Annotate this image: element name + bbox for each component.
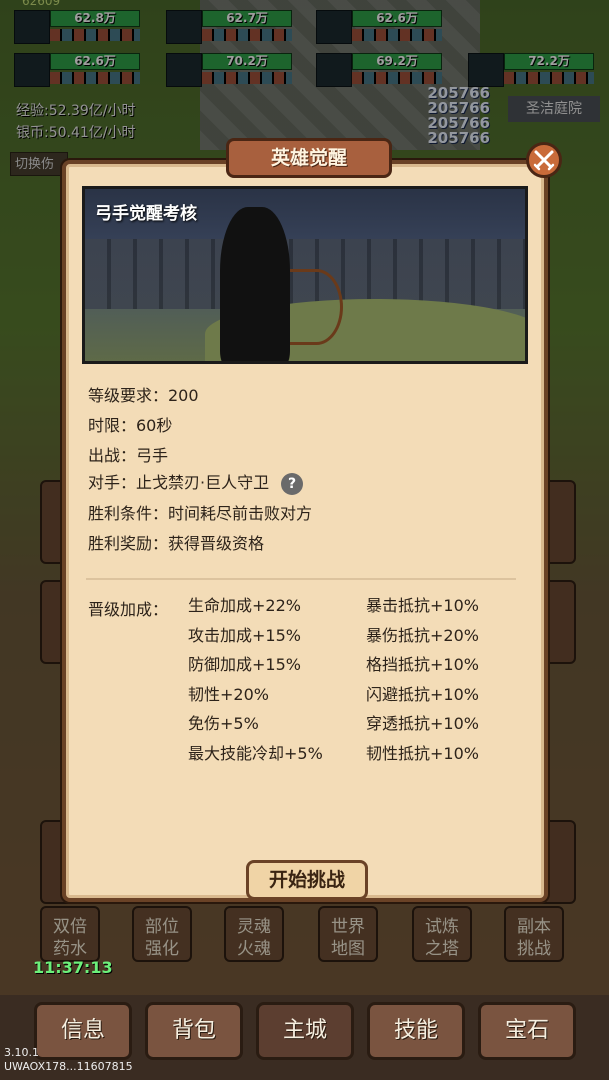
nav-skills-button[interactable]: 技能 <box>367 1002 465 1060</box>
start-challenge-button[interactable]: 开始挑战 <box>246 860 368 900</box>
bonus-item: 格挡抵抗+10% <box>366 655 479 674</box>
bonus-list-right: 暴击抵抗+10% 暴伤抵抗+20% 格挡抵抗+10% 闪避抵抗+10% 穿透抵抗… <box>366 596 479 773</box>
nav-info-button[interactable]: 信息 <box>34 1002 132 1060</box>
bonus-item: 防御加成+15% <box>188 655 301 674</box>
bonus-item: 穿透抵抗+10% <box>366 714 479 733</box>
win-reward: 胜利奖励：获得晋级资格 <box>88 534 265 553</box>
bonus-item: 免伤+5% <box>188 714 259 733</box>
bonus-title: 晋级加成： <box>88 600 169 619</box>
bonus-item: 韧性抵抗+10% <box>366 743 479 763</box>
bonus-item: 韧性+20% <box>188 684 269 704</box>
bonus-item: 闪避抵抗+10% <box>366 684 479 704</box>
win-condition: 胜利条件：时间耗尽前击败对方 <box>88 504 313 523</box>
bow-icon <box>290 269 343 345</box>
user-id-label: UWAOX178...11607815 <box>4 1060 133 1073</box>
version-label: 3.10.1 <box>4 1046 39 1059</box>
nav-gems-button[interactable]: 宝石 <box>478 1002 576 1060</box>
opponent-text: 对手：止戈禁刃·巨人守卫 <box>88 473 270 492</box>
modal-title: 英雄觉醒 <box>226 138 392 178</box>
bonus-list-left: 生命加成+22% 攻击加成+15% 防御加成+15% 韧性+20% 免伤+5% … <box>188 596 323 773</box>
bonus-item: 生命加成+22% <box>188 596 301 615</box>
trial-banner-image: 弓手觉醒考核 <box>82 186 528 364</box>
bonus-item: 暴击抵抗+10% <box>366 596 479 615</box>
divider <box>86 578 516 580</box>
time-limit: 时限：60秒 <box>88 416 173 435</box>
bonus-item: 暴伤抵抗+20% <box>366 625 479 645</box>
question-circle-icon[interactable]: ? <box>281 472 304 495</box>
bonus-item: 攻击加成+15% <box>188 625 301 645</box>
deploy-class: 出战：弓手 <box>88 446 169 465</box>
archer-figure <box>220 207 290 361</box>
nav-bag-button[interactable]: 背包 <box>145 1002 243 1060</box>
crossed-swords-icon[interactable] <box>526 142 562 178</box>
banner-title: 弓手觉醒考核 <box>95 204 197 224</box>
hero-awakening-modal: 英雄觉醒 弓手觉醒考核 等级要求：200 时限：60秒 出战：弓手 对手：止戈禁… <box>62 138 562 902</box>
bonus-item: 最大技能冷却+5% <box>188 743 323 763</box>
opponent-line: 对手：止戈禁刃·巨人守卫? <box>88 469 304 495</box>
clock: 11:37:13 <box>33 958 113 977</box>
nav-main-city-button[interactable]: 主城 <box>256 1002 354 1060</box>
level-requirement: 等级要求：200 <box>88 386 199 405</box>
